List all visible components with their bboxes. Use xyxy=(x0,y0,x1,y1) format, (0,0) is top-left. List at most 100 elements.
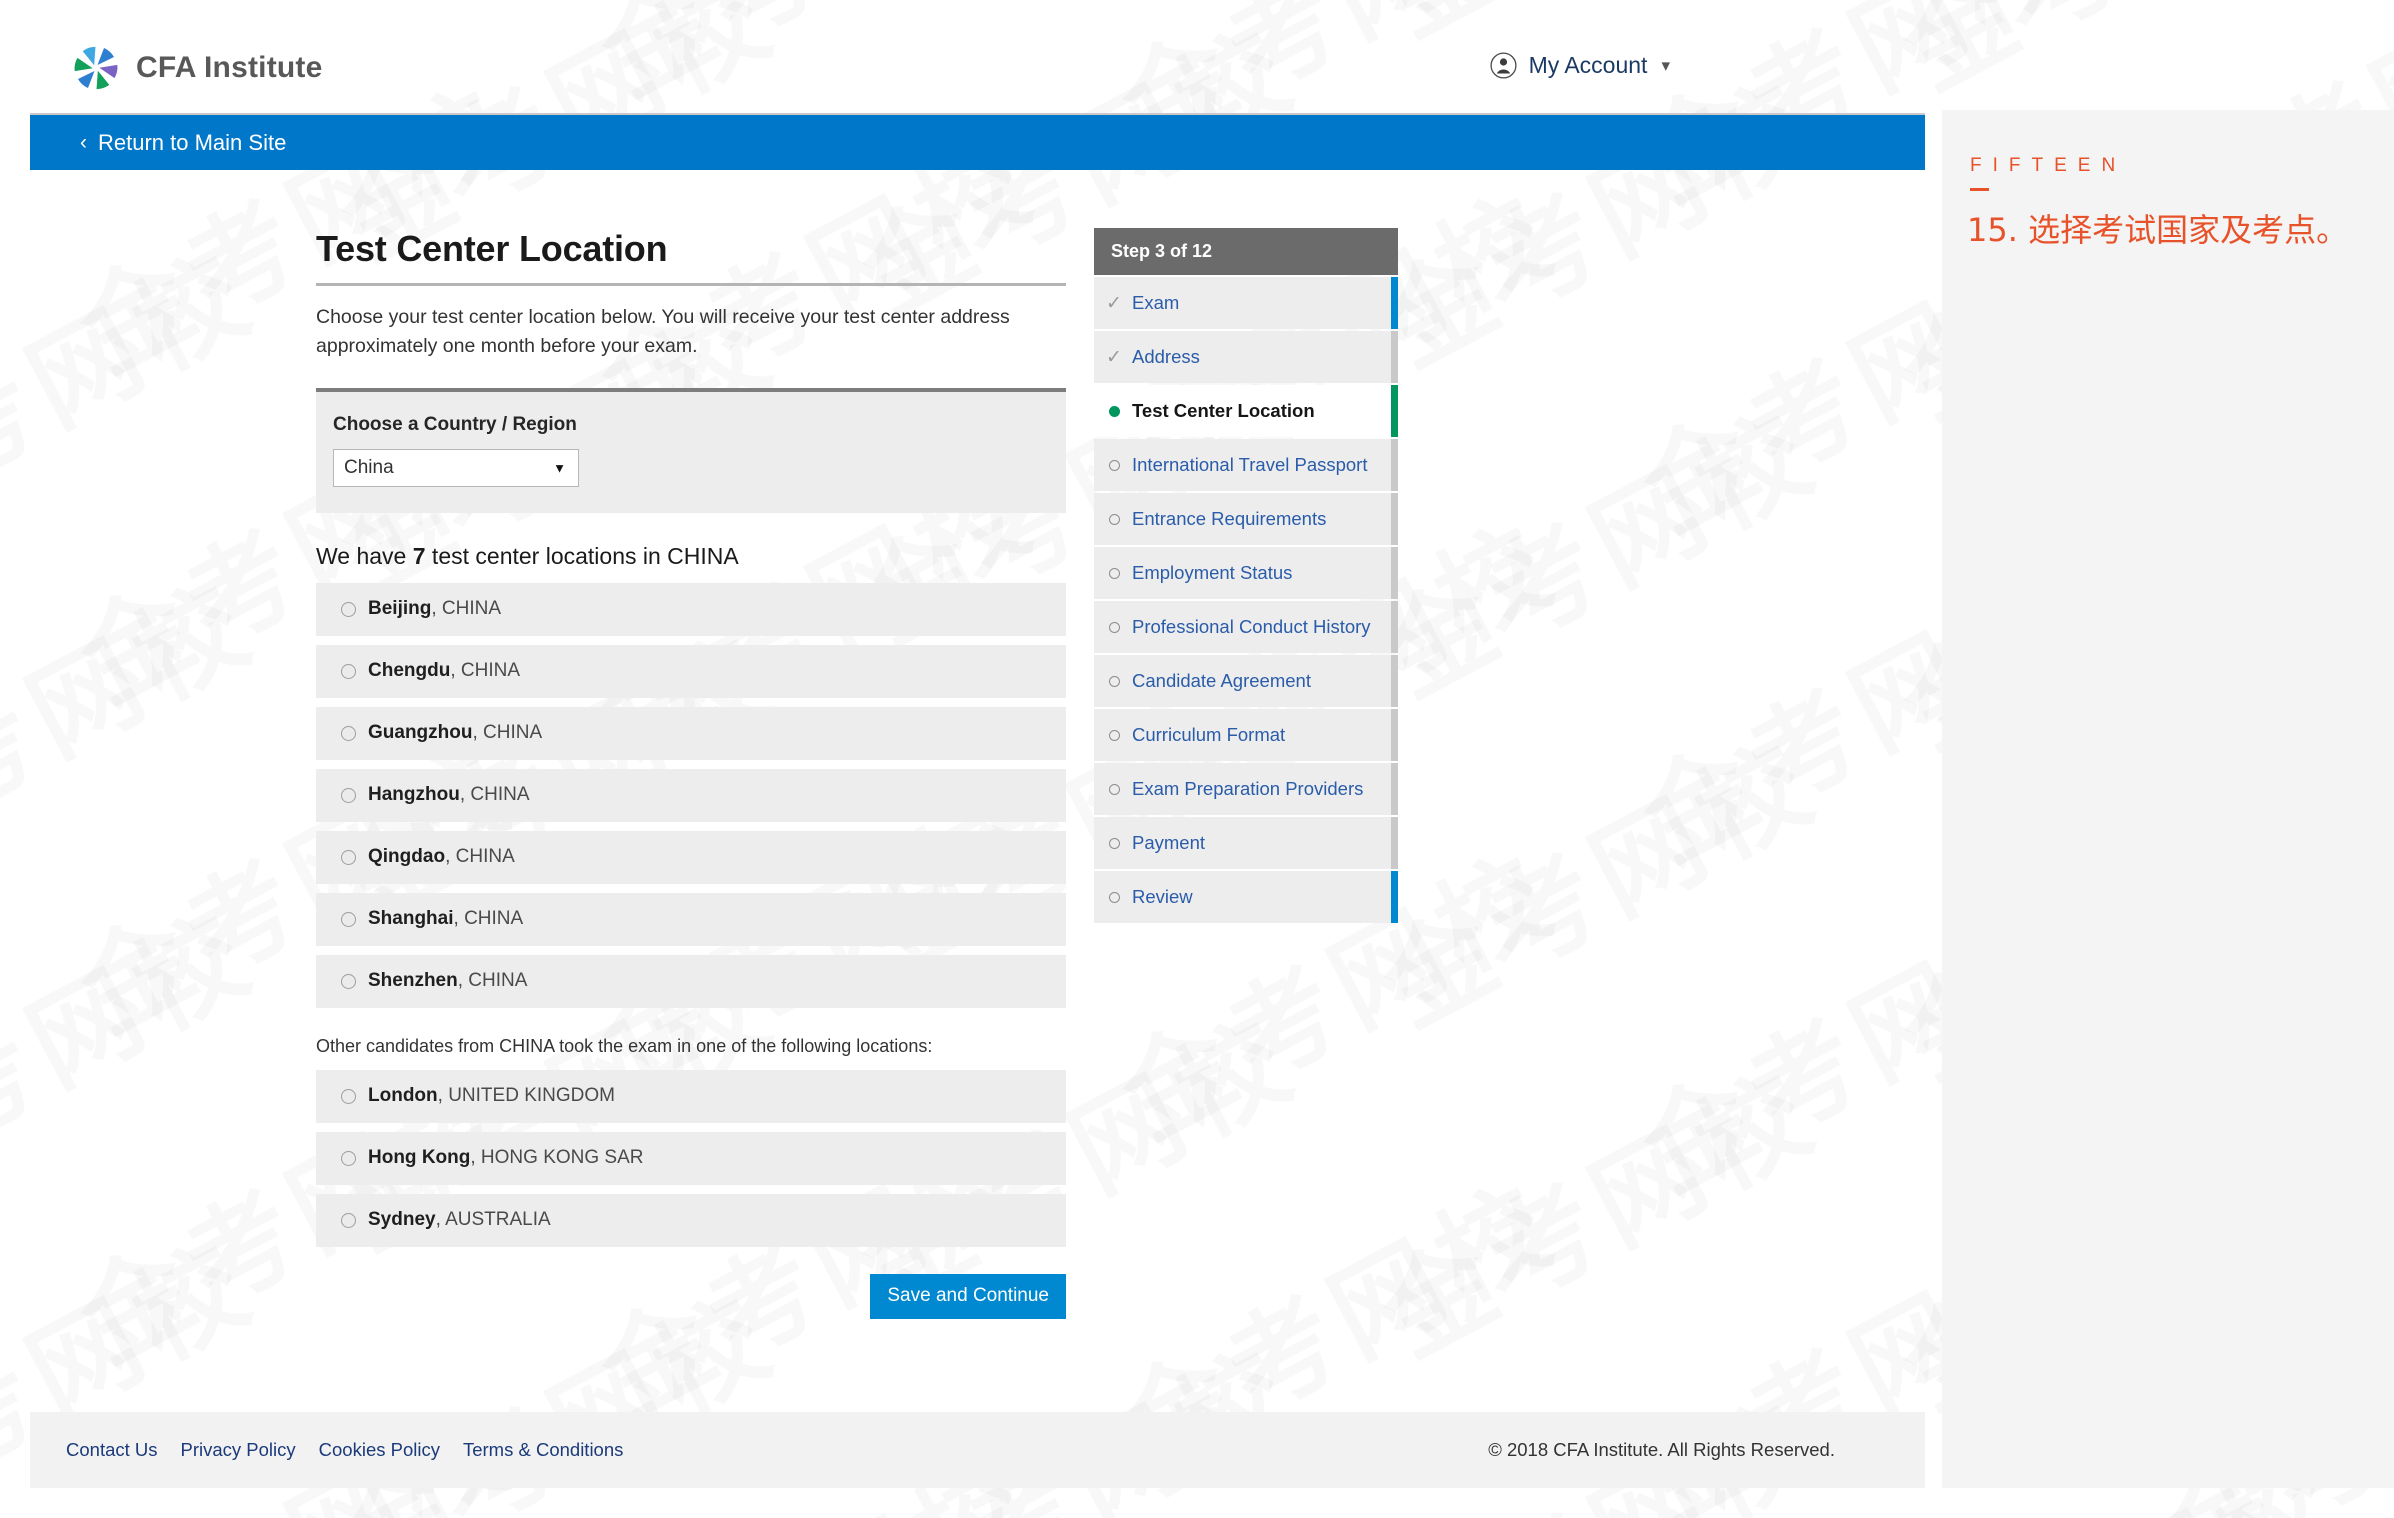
empty-circle-icon xyxy=(1099,568,1129,579)
radio-button-icon[interactable] xyxy=(341,725,356,741)
annotation-panel: FIFTEEN 15. 选择考试国家及考点。 xyxy=(1942,110,2394,1488)
empty-circle-icon xyxy=(1099,784,1129,795)
step-item-professional-conduct-history[interactable]: Professional Conduct History xyxy=(1094,601,1398,653)
step-item-address[interactable]: ✓ Address xyxy=(1094,331,1398,383)
count-value: 7 xyxy=(412,542,426,569)
radio-button-icon[interactable] xyxy=(341,787,356,803)
check-icon: ✓ xyxy=(1106,346,1122,368)
step-status-bar xyxy=(1391,277,1398,329)
radio-button-icon[interactable] xyxy=(341,1088,356,1104)
brand-logo[interactable]: CFA Institute xyxy=(70,42,322,94)
step-item-exam[interactable]: ✓ Exam xyxy=(1094,277,1398,329)
step-status-bar xyxy=(1391,871,1398,923)
test-center-country: , UNITED KINGDOM xyxy=(437,1085,615,1106)
test-center-option[interactable]: Hangzhou, CHINA xyxy=(316,768,1066,822)
annotation-dash xyxy=(1970,188,1989,191)
other-center-list: London, UNITED KINGDOM Hong Kong, HONG KO… xyxy=(316,1069,1066,1247)
test-center-label: Hong Kong, HONG KONG SAR xyxy=(368,1147,644,1169)
test-center-country: , CHINA xyxy=(457,970,528,991)
return-to-main-site-link[interactable]: ‹ Return to Main Site xyxy=(80,130,286,156)
step-list: ✓ Exam ✓ Address Test Center Location Interna… xyxy=(1094,277,1402,923)
step-label: Exam xyxy=(1132,292,1180,313)
step-status-bar xyxy=(1391,547,1398,599)
step-label: Address xyxy=(1132,346,1200,367)
test-center-country: , CHINA xyxy=(431,598,502,619)
test-center-label: Beijing, CHINA xyxy=(368,598,501,620)
site-footer: Contact Us Privacy Policy Cookies Policy Te… xyxy=(30,1412,1925,1488)
test-center-city: London xyxy=(368,1085,438,1106)
step-label: International Travel Passport xyxy=(1132,454,1368,475)
country-select[interactable]: China ▼ xyxy=(333,448,579,487)
step-item-test-center-location[interactable]: Test Center Location xyxy=(1094,385,1398,437)
copyright-text: © 2018 CFA Institute. All Rights Reserve… xyxy=(1488,1439,1835,1460)
empty-circle-icon xyxy=(1099,514,1129,525)
return-label: Return to Main Site xyxy=(98,129,287,155)
test-center-city: Chengdu xyxy=(368,660,451,681)
page-root: 金考网校 金考网校 金考网校 金考网校 金考网校 金考网校 金考网校 金考网校 … xyxy=(0,0,2394,1518)
radio-button-icon[interactable] xyxy=(341,663,356,679)
step-item-payment[interactable]: Payment xyxy=(1094,817,1398,869)
test-center-option[interactable]: Sydney, AUSTRALIA xyxy=(316,1193,1066,1247)
test-center-label: Hangzhou, CHINA xyxy=(368,784,530,806)
test-center-city: Guangzhou xyxy=(368,722,473,743)
center-count-text: We have 7 test center locations in CHINA xyxy=(316,543,1066,570)
test-center-country: , CHINA xyxy=(453,908,524,929)
test-center-city: Hangzhou xyxy=(368,784,460,805)
empty-circle-icon xyxy=(1099,676,1129,687)
return-to-main-site-bar[interactable]: ‹ Return to Main Site xyxy=(30,113,1925,170)
test-center-city: Beijing xyxy=(368,598,432,619)
account-label: My Account xyxy=(1528,52,1648,78)
test-center-option[interactable]: Qingdao, CHINA xyxy=(316,830,1066,884)
intro-text: Choose your test center location below. … xyxy=(316,306,1010,358)
step-status-bar xyxy=(1391,655,1398,707)
step-label: Professional Conduct History xyxy=(1132,616,1371,637)
save-and-continue-button[interactable]: Save and Continue xyxy=(870,1273,1066,1319)
radio-button-icon[interactable] xyxy=(341,601,356,617)
empty-circle-icon xyxy=(1099,838,1129,849)
radio-button-icon[interactable] xyxy=(341,973,356,989)
step-label: Payment xyxy=(1132,832,1206,853)
step-status-bar xyxy=(1391,439,1398,491)
step-label: Employment Status xyxy=(1132,562,1293,583)
test-center-country: , CHINA xyxy=(445,846,515,867)
step-item-employment-status[interactable]: Employment Status xyxy=(1094,547,1398,599)
footer-link[interactable]: Terms & Conditions xyxy=(463,1439,623,1461)
country-label: Choose a Country / Region xyxy=(333,413,577,435)
page-title: Test Center Location xyxy=(316,228,668,269)
test-center-option[interactable]: Beijing, CHINA xyxy=(316,582,1066,636)
test-center-option[interactable]: London, UNITED KINGDOM xyxy=(316,1069,1066,1123)
step-item-entrance-requirements[interactable]: Entrance Requirements xyxy=(1094,493,1398,545)
step-status-bar xyxy=(1391,817,1398,869)
footer-link[interactable]: Contact Us xyxy=(66,1439,158,1461)
radio-button-icon[interactable] xyxy=(341,1212,356,1228)
test-center-label: Shenzhen, CHINA xyxy=(368,970,527,992)
caret-down-icon: ▼ xyxy=(553,460,566,475)
test-center-form-column: Test Center Location Choose your test ce… xyxy=(316,228,1066,1319)
step-item-candidate-agreement[interactable]: Candidate Agreement xyxy=(1094,655,1398,707)
annotation-text: 15. 选择考试国家及考点。 xyxy=(1967,211,2349,249)
step-item-curriculum-format[interactable]: Curriculum Format xyxy=(1094,709,1398,761)
test-center-option[interactable]: Guangzhou, CHINA xyxy=(316,706,1066,760)
step-label: Exam Preparation Providers xyxy=(1132,778,1364,799)
test-center-country: , HONG KONG SAR xyxy=(470,1147,644,1168)
test-center-option[interactable]: Shenzhen, CHINA xyxy=(316,954,1066,1008)
step-item-review[interactable]: Review xyxy=(1094,871,1398,923)
radio-button-icon[interactable] xyxy=(341,849,356,865)
country-select-value: China xyxy=(344,456,394,478)
test-center-city: Hong Kong xyxy=(368,1147,471,1168)
footer-link[interactable]: Privacy Policy xyxy=(181,1439,296,1461)
cfa-pinwheel-logo-icon xyxy=(70,42,122,94)
footer-link[interactable]: Cookies Policy xyxy=(319,1439,440,1461)
step-label: Review xyxy=(1132,886,1193,907)
test-center-option[interactable]: Hong Kong, HONG KONG SAR xyxy=(316,1131,1066,1185)
test-center-option[interactable]: Chengdu, CHINA xyxy=(316,644,1066,698)
step-label: Curriculum Format xyxy=(1132,724,1286,745)
test-center-option[interactable]: Shanghai, CHINA xyxy=(316,892,1066,946)
step-item-exam-preparation-providers[interactable]: Exam Preparation Providers xyxy=(1094,763,1398,815)
test-center-label: Qingdao, CHINA xyxy=(368,846,515,868)
radio-button-icon[interactable] xyxy=(341,911,356,927)
test-center-label: London, UNITED KINGDOM xyxy=(368,1085,615,1107)
radio-button-icon[interactable] xyxy=(341,1150,356,1166)
my-account-menu[interactable]: My Account ▾ xyxy=(1490,52,1670,79)
step-item-international-travel-passport[interactable]: International Travel Passport xyxy=(1094,439,1398,491)
